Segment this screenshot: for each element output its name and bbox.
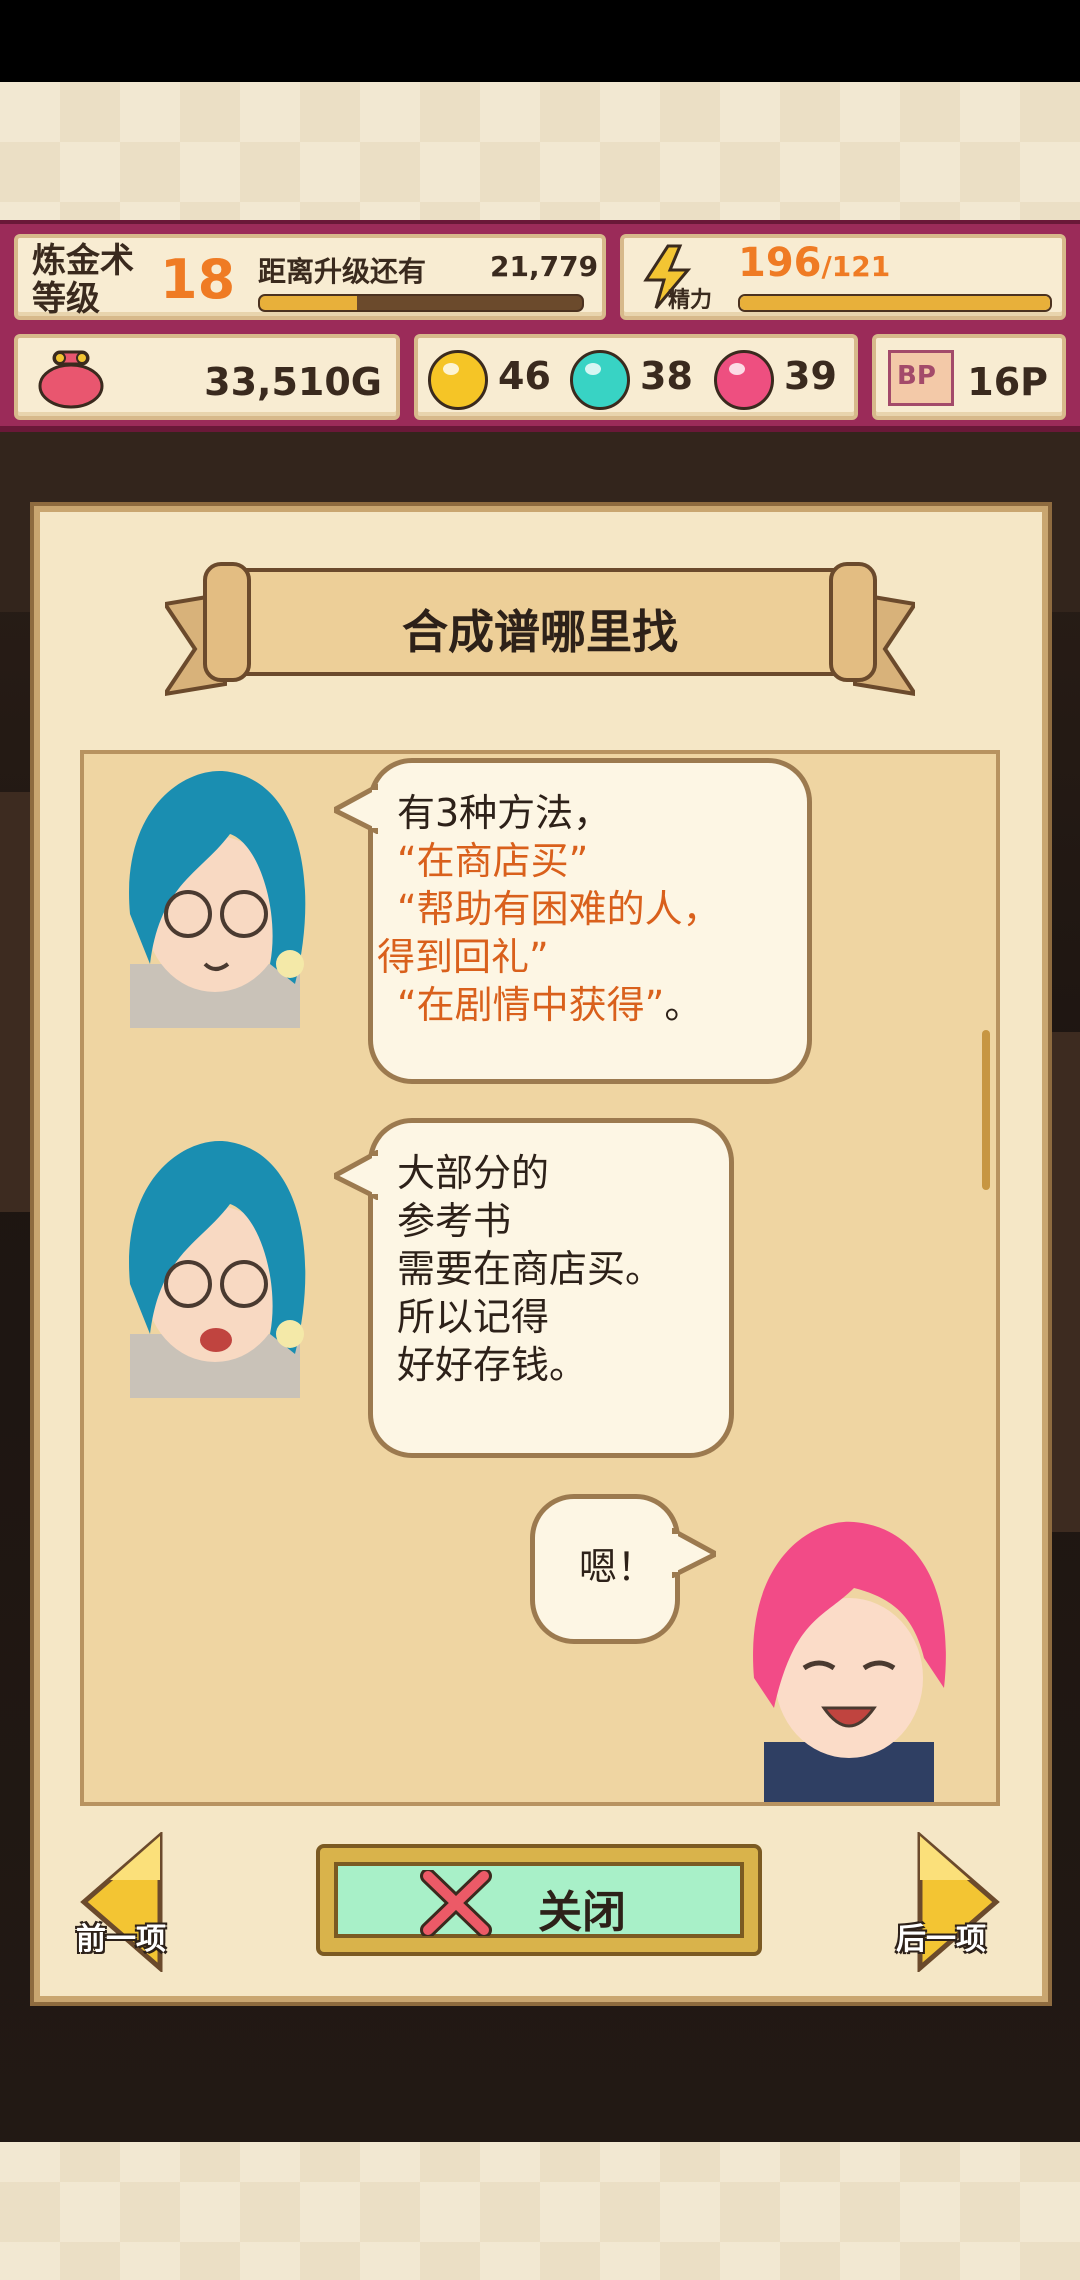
message-1-line-5: “在剧情中获得”。 bbox=[397, 981, 783, 1029]
player-avatar bbox=[753, 1521, 946, 1802]
bp-icon-label: BP bbox=[897, 361, 936, 391]
coin-purse-icon bbox=[38, 350, 104, 409]
dialog-title-banner: 合成谱哪里找 bbox=[165, 554, 915, 700]
level-label-line1: 炼金术 bbox=[32, 241, 134, 281]
message-1-line-5-highlight: “在剧情中获得” bbox=[397, 983, 665, 1027]
gold-value: 33,510G bbox=[204, 360, 382, 404]
resource-hud: 炼金术 等级 18 距离升级还有 21,779 精力 196/121 33,51… bbox=[0, 220, 1080, 432]
status-bar bbox=[0, 0, 1080, 82]
message-1-line-3: “帮助有困难的人， bbox=[397, 887, 721, 931]
message-bubble-1: 有3种方法， “在商店买” “帮助有困难的人， 得到回礼” “在剧情中获得”。 bbox=[368, 758, 812, 1084]
next-level-progress-bar bbox=[258, 294, 584, 312]
next-level-progress-fill bbox=[260, 296, 357, 310]
message-2-line-1: 大部分的 bbox=[397, 1151, 550, 1195]
message-bubble-2: 大部分的 参考书 需要在商店买。 所以记得 好好存钱。 bbox=[368, 1118, 734, 1458]
yellow-gem-value: 46 bbox=[498, 354, 551, 398]
next-label[interactable]: 后一项 bbox=[896, 1914, 986, 1958]
bubble-tail-3 bbox=[672, 1528, 716, 1578]
close-button-label: 关闭 bbox=[538, 1887, 626, 1938]
teacher-avatar bbox=[129, 771, 306, 1028]
close-x-icon bbox=[420, 1870, 492, 1936]
energy-panel[interactable]: 精力 196/121 bbox=[620, 234, 1066, 320]
gems-panel[interactable]: 46 38 39 bbox=[414, 334, 858, 420]
level-label-line2: 等级 bbox=[32, 279, 100, 319]
energy-progress-fill bbox=[740, 296, 1050, 310]
next-level-label: 距离升级还有 bbox=[258, 255, 427, 288]
message-1-line-5-suffix: 。 bbox=[664, 983, 703, 1027]
level-panel[interactable]: 炼金术 等级 18 距离升级还有 21,779 bbox=[14, 234, 606, 320]
previous-label[interactable]: 前一项 bbox=[76, 1914, 166, 1958]
conversation-panel[interactable]: 有3种方法， “在商店买” “帮助有困难的人， 得到回礼” “在剧情中获得”。 … bbox=[80, 750, 1000, 1806]
gold-panel[interactable]: 33,510G bbox=[14, 334, 400, 420]
teacher-avatar-2 bbox=[129, 1141, 306, 1398]
message-2-line-2: 参考书 bbox=[397, 1199, 512, 1243]
pink-gem-value: 39 bbox=[784, 354, 837, 398]
close-button-face: 关闭 bbox=[334, 1862, 744, 1938]
energy-icon-label: 精力 bbox=[668, 288, 713, 313]
message-1-line-4: 得到回礼” bbox=[377, 935, 549, 979]
bp-panel[interactable]: BP 16P bbox=[872, 334, 1066, 420]
level-value: 18 bbox=[160, 248, 236, 311]
message-1-line-1: 有3种方法， bbox=[397, 791, 612, 835]
energy-current: 196 bbox=[738, 240, 822, 286]
yellow-gem-icon bbox=[428, 350, 488, 410]
message-3-line-1: 嗯！ bbox=[579, 1545, 656, 1589]
close-button[interactable]: 关闭 bbox=[316, 1844, 762, 1956]
cyan-gem-icon bbox=[570, 350, 630, 410]
conversation-scrollbar[interactable] bbox=[982, 1030, 990, 1190]
cyan-gem-value: 38 bbox=[640, 354, 693, 398]
pink-gem-icon bbox=[714, 350, 774, 410]
bp-value: 16P bbox=[967, 360, 1048, 404]
message-2-line-4: 所以记得 bbox=[397, 1295, 550, 1339]
message-bubble-3: 嗯！ bbox=[530, 1494, 680, 1644]
message-2-line-5: 好好存钱。 bbox=[397, 1343, 588, 1387]
dialog-title: 合成谱哪里找 bbox=[402, 605, 678, 659]
energy-max: /121 bbox=[821, 250, 891, 283]
bp-icon: BP bbox=[888, 350, 954, 406]
energy-value: 196/121 bbox=[738, 240, 890, 286]
message-1-line-2: “在商店买” bbox=[397, 839, 589, 883]
message-2-line-3: 需要在商店买。 bbox=[397, 1247, 664, 1291]
bubble-tail-1 bbox=[334, 784, 378, 834]
bubble-tail-2 bbox=[334, 1150, 378, 1200]
next-level-value: 21,779 bbox=[490, 250, 599, 283]
energy-progress-bar bbox=[738, 294, 1052, 312]
